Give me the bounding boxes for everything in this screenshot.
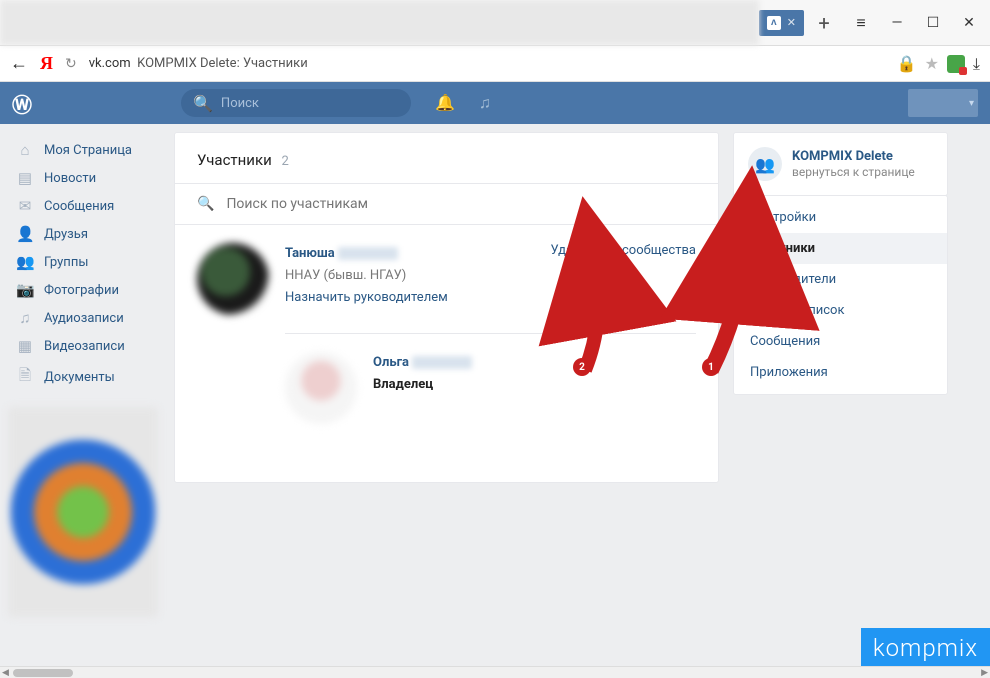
download-icon[interactable]: ⤓ — [973, 54, 980, 74]
nav-friends[interactable]: 👤 Друзья — [8, 220, 174, 248]
notifications-icon[interactable]: 🔔 — [435, 93, 455, 113]
members-count: 2 — [281, 154, 288, 169]
nav-label: Сообщения — [44, 199, 114, 214]
menu-apps[interactable]: Приложения — [734, 357, 947, 388]
member-subtitle: ННАУ (бывш. НГАУ) — [285, 265, 535, 287]
nav-label: Документы — [44, 370, 115, 385]
active-tab[interactable]: ʌ ✕ — [759, 10, 804, 36]
address-bar: ← Я ↻ vk.com KOMPMIX Delete: Участники 🔒… — [0, 46, 990, 82]
horizontal-scrollbar[interactable]: ◀ ▶ — [0, 666, 990, 678]
nav-label: Видеозаписи — [44, 339, 125, 354]
assign-manager-link[interactable]: Назначить руководителем — [285, 287, 535, 309]
url-domain: vk.com — [89, 56, 131, 71]
reload-button[interactable]: ↻ — [65, 56, 77, 72]
nav-label: Группы — [44, 255, 88, 270]
camera-icon: 📷 — [16, 281, 34, 299]
nav-photos[interactable]: 📷 Фотографии — [8, 276, 174, 304]
members-search-input[interactable] — [226, 196, 696, 212]
menu-members[interactable]: Участники — [734, 233, 947, 264]
home-icon: ⌂ — [16, 141, 34, 159]
nav-label: Моя Страница — [44, 143, 132, 158]
scroll-left-icon[interactable]: ◀ — [0, 668, 11, 678]
member-name[interactable]: Танюша — [285, 246, 335, 261]
extension-icon[interactable] — [947, 55, 965, 73]
left-nav: ⌂ Моя Страница ▤ Новости ✉ Сообщения 👤 Друзь… — [8, 132, 174, 678]
nav-label: Новости — [44, 171, 96, 186]
right-sidebar: 👥 KOMPMIX Delete вернуться к странице На… — [733, 132, 948, 395]
back-to-page-link[interactable]: вернуться к странице — [792, 165, 915, 179]
group-name-link[interactable]: KOMPMIX Delete — [792, 149, 915, 166]
scroll-right-icon[interactable]: ▶ — [979, 668, 990, 678]
vk-favicon: ʌ — [767, 16, 781, 30]
audio-icon: ♫ — [16, 309, 34, 327]
search-icon: 🔍 — [197, 196, 214, 212]
member-name[interactable]: Ольга — [373, 355, 409, 370]
nav-label: Друзья — [44, 227, 88, 242]
scroll-thumb[interactable] — [13, 669, 73, 677]
members-card: Участники 2 🔍 Танюша ННАУ (бывш. НГАУ) Н… — [174, 132, 719, 483]
music-icon[interactable]: ♫ — [479, 93, 491, 113]
menu-managers[interactable]: Руководители — [734, 264, 947, 295]
close-window-button[interactable]: ✕ — [960, 15, 978, 31]
nav-groups[interactable]: 👥 Группы — [8, 248, 174, 276]
vk-logo[interactable]: Ⓦ — [12, 89, 31, 118]
window-controls: ≡ — ☐ ✕ — [840, 0, 990, 45]
member-row: Ольга Владелец — [285, 333, 696, 442]
page-content: ⌂ Моя Страница ▤ Новости ✉ Сообщения 👤 Друзь… — [0, 124, 990, 678]
address-text[interactable]: vk.com KOMPMIX Delete: Участники — [89, 56, 885, 71]
nav-video[interactable]: ▦ Видеозаписи — [8, 332, 174, 360]
card-title-text: Участники — [197, 151, 272, 169]
vk-search[interactable]: 🔍 — [181, 89, 411, 117]
video-icon: ▦ — [16, 337, 34, 355]
card-title: Участники 2 — [175, 133, 718, 184]
remove-member-link[interactable]: Удалить из сообщества — [551, 243, 696, 315]
avatar[interactable] — [197, 243, 269, 315]
avatar[interactable] — [285, 352, 357, 424]
chevron-down-icon: ▾ — [969, 98, 974, 109]
doc-icon: 🗎 — [16, 365, 34, 390]
nav-label: Аудиозаписи — [44, 311, 124, 326]
search-icon: 🔍 — [193, 94, 213, 113]
user-icon: 👤 — [16, 225, 34, 243]
sidebar-ad-block — [8, 407, 158, 617]
owner-label: Владелец — [373, 374, 696, 396]
group-header: 👥 KOMPMIX Delete вернуться к странице — [734, 133, 947, 195]
vk-header: Ⓦ 🔍 🔔 ♫ ▾ — [0, 82, 990, 124]
close-tab-icon[interactable]: ✕ — [787, 16, 796, 29]
profile-menu[interactable]: ▾ — [908, 89, 978, 117]
news-icon: ▤ — [16, 169, 34, 187]
members-search-row[interactable]: 🔍 — [175, 184, 718, 225]
menu-messages[interactable]: Сообщения — [734, 326, 947, 357]
maximize-button[interactable]: ☐ — [924, 15, 942, 31]
back-button[interactable]: ← — [10, 53, 28, 74]
blurred-surname — [338, 247, 398, 260]
nav-docs[interactable]: 🗎 Документы — [8, 360, 174, 395]
inactive-tabs-blur — [0, 0, 759, 45]
minimize-button[interactable]: — — [888, 15, 906, 31]
yandex-logo[interactable]: Я — [40, 53, 53, 74]
lock-icon[interactable]: 🔒 — [897, 54, 917, 73]
nav-messages[interactable]: ✉ Сообщения — [8, 192, 174, 220]
nav-news[interactable]: ▤ Новости — [8, 164, 174, 192]
menu-icon[interactable]: ≡ — [852, 13, 870, 33]
member-row: Танюша ННАУ (бывш. НГАУ) Назначить руков… — [175, 225, 718, 333]
watermark: kompmix — [861, 628, 990, 666]
nav-my-page[interactable]: ⌂ Моя Страница — [8, 136, 174, 164]
annotation-badge-1: 1 — [702, 358, 720, 376]
nav-label: Фотографии — [44, 283, 119, 298]
message-icon: ✉ — [16, 197, 34, 215]
menu-blacklist[interactable]: Чёрный список — [734, 295, 947, 326]
group-avatar-icon: 👥 — [748, 147, 782, 181]
group-icon: 👥 — [16, 253, 34, 271]
vk-search-input[interactable] — [221, 96, 399, 111]
annotation-badge-2: 2 — [573, 358, 591, 376]
browser-tab-bar: ʌ ✕ + ≡ — ☐ ✕ — [0, 0, 990, 46]
star-icon[interactable]: ★ — [925, 54, 939, 73]
url-title: KOMPMIX Delete: Участники — [137, 56, 308, 71]
nav-audio[interactable]: ♫ Аудиозаписи — [8, 304, 174, 332]
new-tab-button[interactable]: + — [808, 11, 840, 35]
blurred-surname — [412, 356, 472, 369]
menu-settings[interactable]: Настройки — [734, 202, 947, 233]
